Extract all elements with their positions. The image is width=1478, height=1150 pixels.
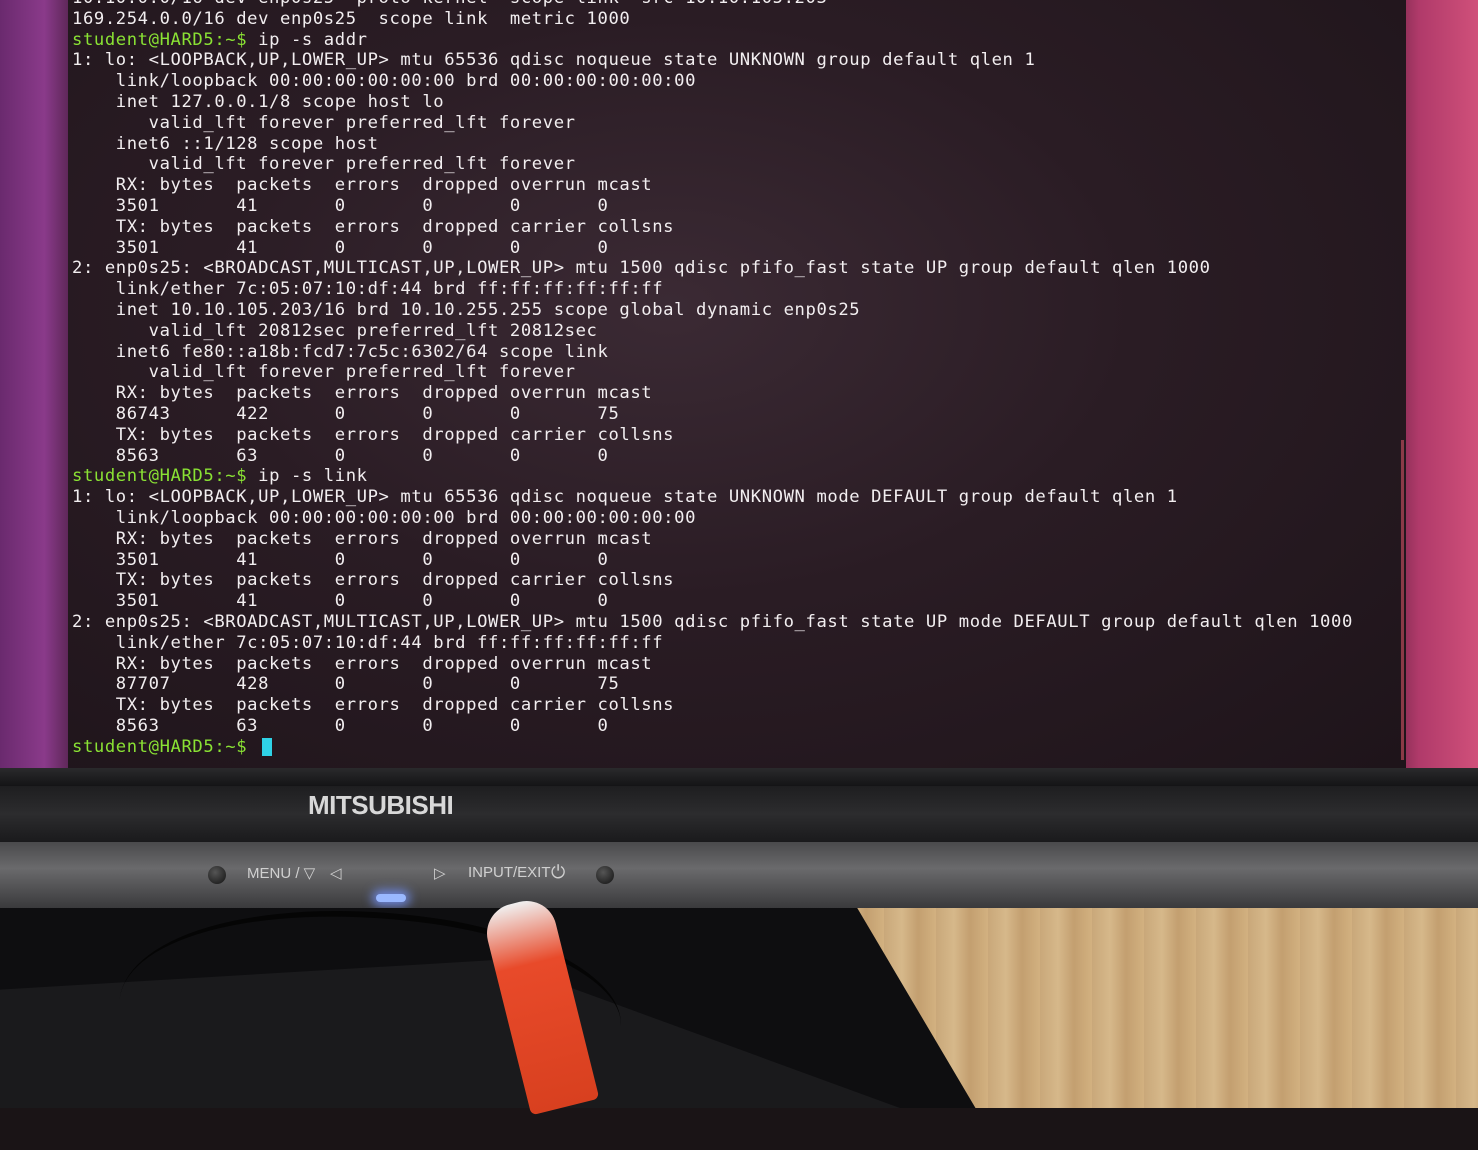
- command-text: ip -s link: [247, 466, 368, 487]
- terminal-output-line: 2: enp0s25: <BROADCAST,MULTICAST,UP,LOWE…: [72, 258, 1211, 279]
- monitor-bezel: [0, 786, 1478, 842]
- monitor-menu-button[interactable]: MENU / ▽: [247, 864, 315, 882]
- terminal-output: 10.10.0.0/16 dev enp0s25 proto kernel sc…: [72, 0, 1353, 757]
- shell-prompt: student@HARD5:~$: [72, 466, 248, 487]
- terminal-output-line: 10.10.0.0/16 dev enp0s25 proto kernel sc…: [72, 0, 1353, 9]
- terminal-command-line: student@HARD5:~$: [72, 737, 1353, 758]
- terminal-output-line: inet 10.10.105.203/16 brd 10.10.255.255 …: [72, 299, 861, 320]
- power-icon[interactable]: ⏻: [551, 862, 565, 883]
- terminal-output-line: TX: bytes packets errors dropped carrier…: [72, 216, 675, 237]
- terminal-output-line: 2: enp0s25: <BROADCAST,MULTICAST,UP,LOWE…: [72, 611, 1353, 632]
- monitor-input-exit-button[interactable]: INPUT/EXIT: [468, 864, 551, 881]
- terminal-output-line: RX: bytes packets errors dropped overrun…: [72, 175, 653, 196]
- terminal-output-line: link/loopback 00:00:00:00:00:00 brd 00:0…: [72, 507, 697, 528]
- terminal-output-line: TX: bytes packets errors dropped carrier…: [72, 695, 675, 716]
- text-cursor[interactable]: [262, 737, 273, 756]
- power-led-icon: [376, 894, 406, 902]
- terminal-output-line: inet6 ::1/128 scope host: [72, 133, 379, 154]
- shell-prompt: student@HARD5:~$: [72, 29, 248, 50]
- terminal-output-line: 8563 63 0 0 0 0: [72, 445, 609, 466]
- terminal-output-line: RX: bytes packets errors dropped overrun…: [72, 653, 653, 674]
- terminal-output-line: 169.254.0.0/16 dev enp0s25 scope link me…: [72, 8, 631, 29]
- terminal-output-line: 3501 41 0 0 0 0: [72, 195, 609, 216]
- terminal-command-line: student@HARD5:~$ ip -s addr: [72, 30, 1353, 51]
- monitor-right-button[interactable]: ▷: [434, 864, 446, 882]
- terminal-window[interactable]: 10.10.0.0/16 dev enp0s25 proto kernel sc…: [68, 0, 1406, 768]
- terminal-output-line: RX: bytes packets errors dropped overrun…: [72, 528, 653, 549]
- monitor-sensor-dot-icon: [596, 866, 614, 884]
- terminal-output-line: link/loopback 00:00:00:00:00:00 brd 00:0…: [72, 71, 697, 92]
- terminal-scrollbar[interactable]: [1401, 440, 1404, 760]
- terminal-output-line: TX: bytes packets errors dropped carrier…: [72, 570, 675, 591]
- command-text: ip -s addr: [247, 29, 368, 50]
- terminal-output-line: 86743 422 0 0 0 75: [72, 403, 620, 424]
- terminal-output-line: 8563 63 0 0 0 0: [72, 715, 609, 736]
- terminal-output-line: 87707 428 0 0 0 75: [72, 674, 620, 695]
- terminal-output-line: valid_lft forever preferred_lft forever: [72, 362, 576, 383]
- terminal-output-line: link/ether 7c:05:07:10:df:44 brd ff:ff:f…: [72, 632, 664, 653]
- monitor-button-dot-icon[interactable]: [208, 866, 226, 884]
- terminal-output-line: 1: lo: <LOOPBACK,UP,LOWER_UP> mtu 65536 …: [72, 487, 1178, 508]
- terminal-output-line: valid_lft forever preferred_lft forever: [72, 112, 576, 133]
- terminal-output-line: 3501 41 0 0 0 0: [72, 237, 609, 258]
- terminal-output-line: TX: bytes packets errors dropped carrier…: [72, 424, 675, 445]
- command-text: [247, 737, 258, 757]
- terminal-output-line: 3501 41 0 0 0 0: [72, 591, 609, 612]
- monitor-brand-logo: MITSUBISHI: [308, 790, 454, 820]
- terminal-output-line: 1: lo: <LOOPBACK,UP,LOWER_UP> mtu 65536 …: [72, 50, 1036, 71]
- shell-prompt: student@HARD5:~$: [72, 736, 248, 757]
- terminal-output-line: inet6 fe80::a18b:fcd7:7c5c:6302/64 scope…: [72, 341, 609, 362]
- terminal-output-line: valid_lft 20812sec preferred_lft 20812se…: [72, 320, 598, 341]
- terminal-output-line: link/ether 7c:05:07:10:df:44 brd ff:ff:f…: [72, 279, 664, 300]
- monitor-left-button[interactable]: ◁: [330, 864, 342, 882]
- monitor-bezel-top: [0, 768, 1478, 786]
- terminal-output-line: RX: bytes packets errors dropped overrun…: [72, 383, 653, 404]
- terminal-output-line: inet 127.0.0.1/8 scope host lo: [72, 91, 445, 112]
- terminal-output-line: valid_lft forever preferred_lft forever: [72, 154, 576, 175]
- terminal-output-line: 3501 41 0 0 0 0: [72, 549, 609, 570]
- terminal-command-line: student@HARD5:~$ ip -s link: [72, 466, 1353, 487]
